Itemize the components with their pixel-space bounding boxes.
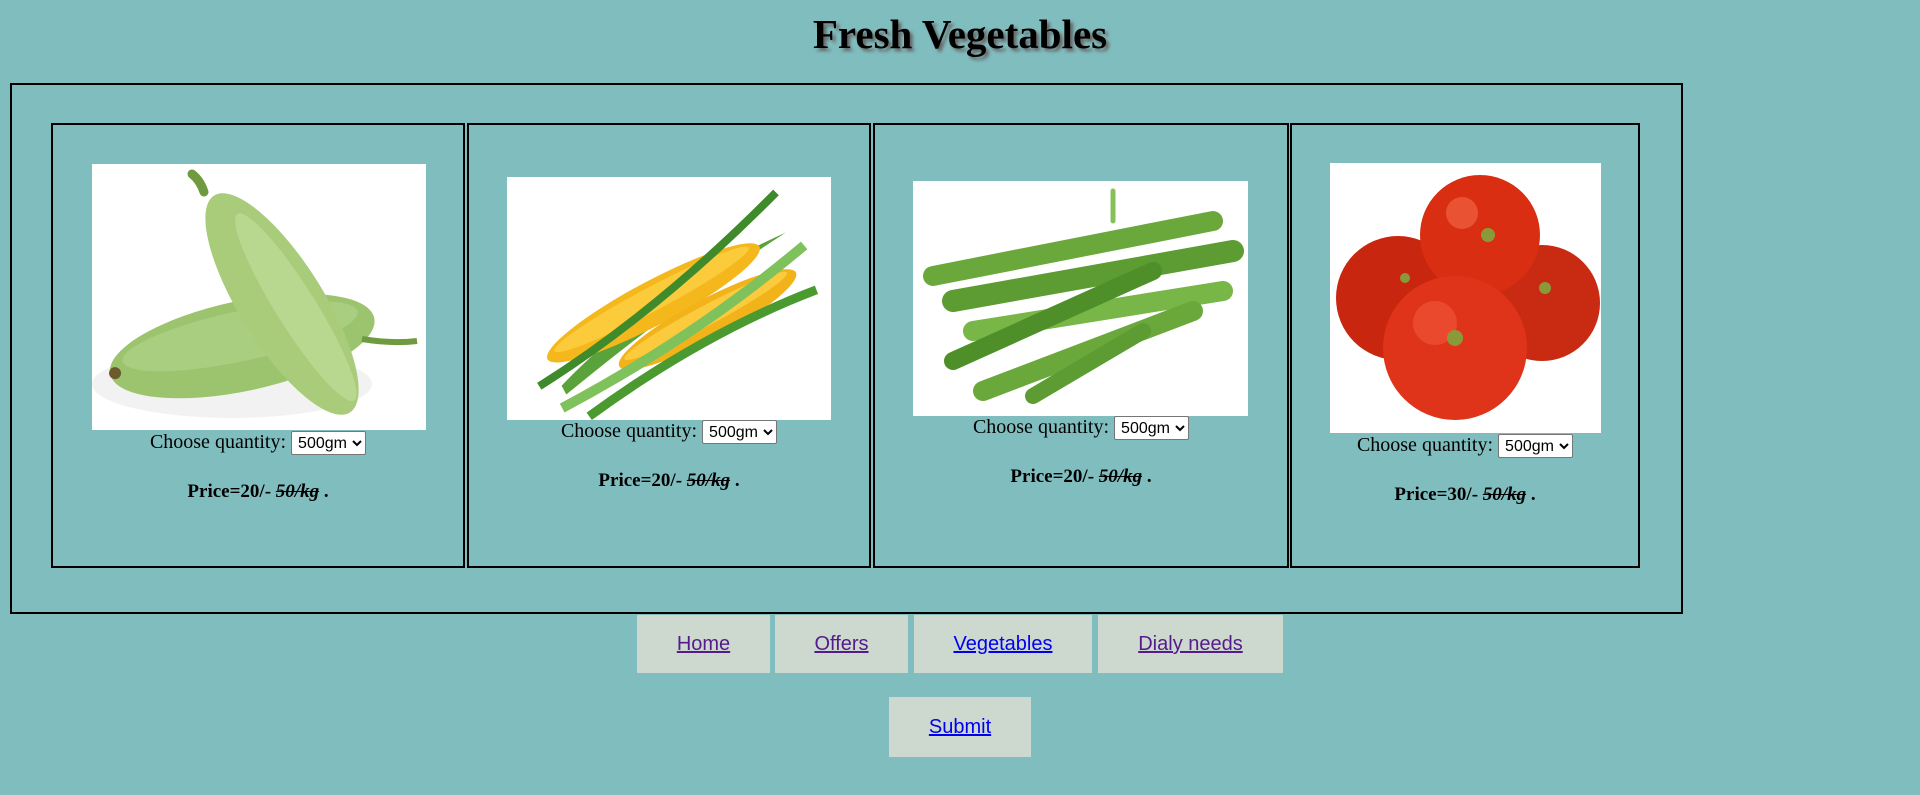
nav-offers-button[interactable]: Offers — [775, 615, 908, 673]
price-value: Price=20/- — [187, 481, 272, 502]
submit-button[interactable]: Submit — [889, 697, 1031, 757]
price-text: Price=20/- 50/kg . — [469, 470, 869, 492]
price-value: Price=20/- — [1010, 466, 1095, 487]
old-price: 50/kg — [1098, 466, 1143, 487]
quantity-row: Choose quantity: 500gm — [1292, 434, 1638, 459]
corn-image — [507, 177, 831, 420]
quantity-label: Choose quantity: — [560, 420, 698, 442]
product-card-corn: Choose quantity: 500gm Price=20/- 50/kg … — [467, 123, 871, 568]
nav-vegetables-button[interactable]: Vegetables — [914, 615, 1092, 673]
page-title: Fresh Vegetables — [812, 11, 1108, 57]
quantity-select[interactable]: 500gm — [291, 431, 367, 456]
nav-home-link[interactable]: Home — [677, 633, 730, 655]
price-suffix: . — [730, 470, 740, 491]
quantity-select[interactable]: 500gm — [1498, 434, 1574, 459]
price-text: Price=20/- 50/kg . — [875, 466, 1287, 488]
product-card-okra: Choose quantity: 500gm Price=20/- 50/kg … — [873, 123, 1289, 568]
nav-daily-needs-link[interactable]: Dialy needs — [1138, 633, 1243, 655]
product-card-tomato: Choose quantity: 500gm Price=30/- 50/kg … — [1290, 123, 1640, 568]
okra-image — [913, 181, 1248, 416]
price-text: Price=20/- 50/kg . — [53, 481, 463, 503]
price-suffix: . — [1142, 466, 1152, 487]
quantity-select[interactable]: 500gm — [1114, 416, 1190, 441]
price-suffix: . — [1526, 484, 1536, 505]
bottle-gourd-image — [92, 164, 426, 430]
price-text: Price=30/- 50/kg . — [1292, 484, 1638, 506]
nav-home-button[interactable]: Home — [637, 615, 770, 673]
product-card-bottle-gourd: Choose quantity: 500gm Price=20/- 50/kg … — [51, 123, 465, 568]
old-price: 50/kg — [686, 470, 731, 491]
nav-daily-needs-button[interactable]: Dialy needs — [1098, 615, 1283, 673]
quantity-label: Choose quantity: — [149, 431, 287, 453]
nav-offers-link[interactable]: Offers — [814, 633, 868, 655]
old-price: 50/kg — [1482, 484, 1527, 505]
price-suffix: . — [319, 481, 329, 502]
quantity-label: Choose quantity: — [1356, 434, 1494, 456]
quantity-row: Choose quantity: 500gm — [875, 416, 1287, 441]
quantity-row: Choose quantity: 500gm — [53, 431, 463, 456]
price-value: Price=30/- — [1394, 484, 1479, 505]
price-value: Price=20/- — [598, 470, 683, 491]
submit-link[interactable]: Submit — [929, 716, 991, 738]
quantity-row: Choose quantity: 500gm — [469, 420, 869, 445]
quantity-select[interactable]: 500gm — [702, 420, 778, 445]
old-price: 50/kg — [275, 481, 320, 502]
quantity-label: Choose quantity: — [972, 416, 1110, 438]
nav-vegetables-link[interactable]: Vegetables — [954, 633, 1053, 655]
tomato-image — [1330, 163, 1601, 433]
